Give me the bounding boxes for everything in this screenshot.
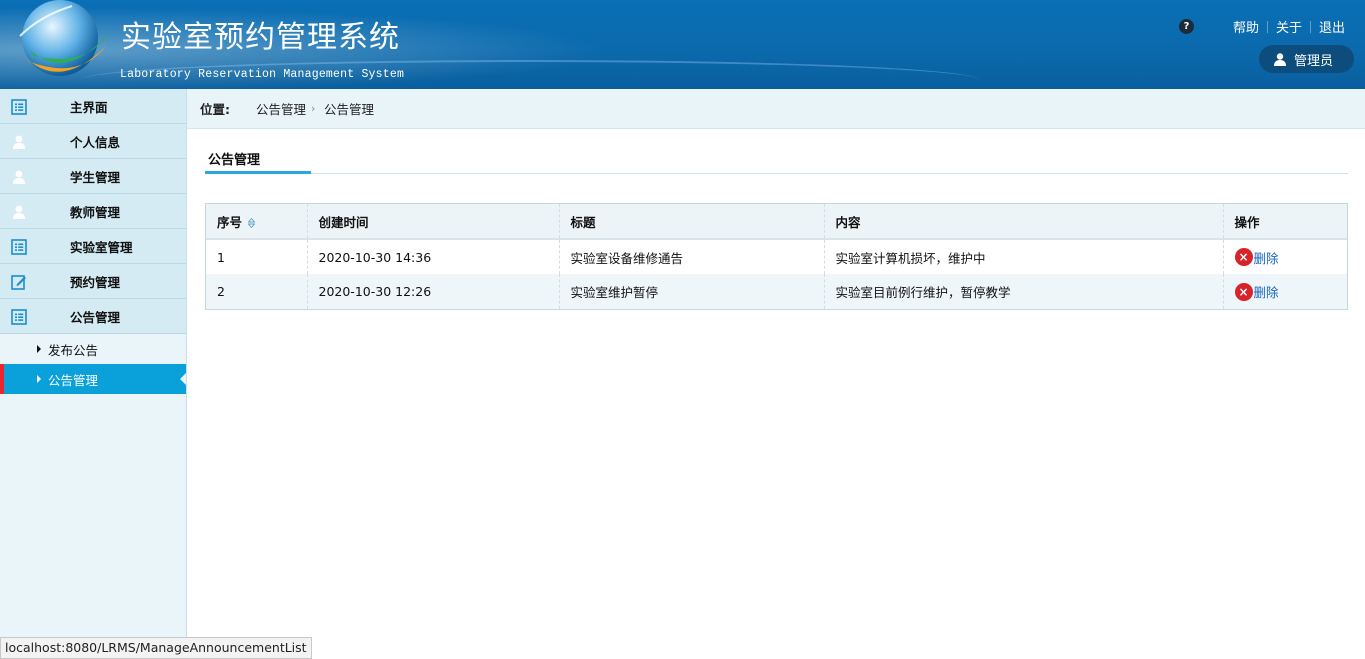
sidebar-item-label: 学生管理 bbox=[70, 169, 121, 185]
active-marker bbox=[0, 364, 4, 394]
cell-index: 1 bbox=[217, 249, 225, 265]
table-header-row: 序号 创建时间 标题 内容 操作 bbox=[206, 204, 1347, 239]
help-icon[interactable]: ? bbox=[1179, 19, 1194, 34]
breadcrumb-item[interactable]: 公告管理 bbox=[256, 99, 306, 118]
cell-index: 2 bbox=[217, 284, 225, 299]
sidebar-subitem-publish-announcement[interactable]: 发布公告 bbox=[0, 334, 186, 364]
sidebar: 主界面 个人信息 学生管理 教师管理 实验室管理 预约管理 公告管理 发布公告 … bbox=[0, 89, 187, 659]
sidebar-item-label: 实验室管理 bbox=[70, 239, 133, 255]
breadcrumb-label: 位置: bbox=[200, 102, 230, 117]
divider bbox=[205, 173, 1348, 174]
sidebar-item-students[interactable]: 学生管理 bbox=[0, 159, 186, 194]
app-subtitle: Laboratory Reservation Management System bbox=[120, 68, 405, 81]
sidebar-item-label: 主界面 bbox=[70, 99, 108, 115]
divider bbox=[1266, 20, 1268, 33]
active-notch bbox=[180, 373, 186, 385]
announcement-table: 序号 创建时间 标题 内容 操作 1 2020-10-30 14:36 实验室设… bbox=[205, 203, 1348, 310]
cell-title: 实验室维护暂停 bbox=[558, 274, 824, 309]
user-icon bbox=[1274, 53, 1286, 66]
globe-logo-icon bbox=[19, 0, 108, 76]
table-row: 2 2020-10-30 12:26 实验室维护暂停 实验室目前例行维护，暂停教… bbox=[206, 274, 1347, 309]
cell-title: 实验室设备维修通告 bbox=[558, 239, 824, 274]
sidebar-item-teachers[interactable]: 教师管理 bbox=[0, 194, 186, 229]
user-name: 管理员 bbox=[1294, 53, 1334, 69]
cell-created: 2020-10-30 12:26 bbox=[306, 274, 559, 309]
caret-right-icon bbox=[37, 375, 41, 383]
cell-content: 实验室目前例行维护，暂停教学 bbox=[823, 274, 1223, 309]
sidebar-item-label: 公告管理 bbox=[70, 309, 121, 325]
column-header-created: 创建时间 bbox=[306, 204, 559, 239]
cell-action: × 删除 bbox=[1222, 274, 1348, 309]
cell-created: 2020-10-30 14:36 bbox=[306, 239, 559, 274]
delete-label: 删除 bbox=[1253, 250, 1279, 266]
delete-button[interactable]: × 删除 bbox=[1234, 248, 1348, 267]
sidebar-item-label: 个人信息 bbox=[70, 134, 121, 150]
about-link[interactable]: 关于 bbox=[1276, 17, 1302, 36]
sidebar-item-announcements[interactable]: 公告管理 bbox=[0, 299, 186, 334]
logout-link[interactable]: 退出 bbox=[1319, 17, 1345, 36]
delete-button[interactable]: × 删除 bbox=[1234, 282, 1348, 301]
column-header-action: 操作 bbox=[1222, 204, 1347, 239]
header-bar: 实验室预约管理系统 Laboratory Reservation Managem… bbox=[0, 0, 1365, 89]
list-icon bbox=[11, 239, 27, 255]
sidebar-item-label: 预约管理 bbox=[70, 274, 121, 290]
app-title: 实验室预约管理系统 bbox=[121, 20, 400, 55]
help-link[interactable]: 帮助 bbox=[1233, 17, 1259, 36]
page-title: 公告管理 bbox=[208, 153, 261, 168]
column-header-index[interactable]: 序号 bbox=[206, 204, 307, 239]
sidebar-subitem-label: 发布公告 bbox=[48, 342, 99, 358]
breadcrumb-item: 公告管理 bbox=[324, 102, 375, 117]
user-icon bbox=[13, 205, 25, 219]
close-circle-icon: × bbox=[1234, 248, 1253, 266]
table-row: 1 2020-10-30 14:36 实验室设备维修通告 实验室计算机损坏，维护… bbox=[206, 239, 1347, 274]
user-icon bbox=[13, 135, 25, 149]
column-header-title: 标题 bbox=[558, 204, 824, 239]
divider bbox=[1309, 20, 1311, 33]
sidebar-item-reservations[interactable]: 预约管理 bbox=[0, 264, 186, 299]
tab-underline bbox=[205, 171, 311, 174]
sidebar-item-label: 教师管理 bbox=[70, 204, 121, 220]
cell-action: × 删除 bbox=[1222, 239, 1348, 274]
close-circle-icon: × bbox=[1234, 282, 1253, 301]
sidebar-item-home[interactable]: 主界面 bbox=[0, 89, 186, 124]
delete-label: 删除 bbox=[1253, 285, 1279, 300]
cell-content: 实验室计算机损坏，维护中 bbox=[823, 239, 1223, 274]
sidebar-subitem-label: 公告管理 bbox=[48, 372, 99, 388]
breadcrumb: 位置: 公告管理 › 公告管理 bbox=[187, 89, 1365, 129]
user-icon bbox=[13, 170, 25, 184]
column-header-label: 序号 bbox=[217, 214, 243, 230]
chevron-right-icon: › bbox=[311, 102, 316, 115]
list-icon bbox=[11, 99, 27, 115]
sort-icon[interactable] bbox=[248, 218, 256, 228]
user-menu-button[interactable]: 管理员 bbox=[1259, 45, 1354, 73]
top-links: 帮助 关于 退出 bbox=[1233, 17, 1345, 36]
sidebar-item-profile[interactable]: 个人信息 bbox=[0, 124, 186, 159]
list-icon bbox=[11, 309, 27, 325]
column-header-content: 内容 bbox=[823, 204, 1223, 239]
sidebar-item-labs[interactable]: 实验室管理 bbox=[0, 229, 186, 264]
sidebar-subitem-manage-announcements[interactable]: 公告管理 bbox=[0, 364, 186, 394]
status-bar-url: localhost:8080/LRMS/ManageAnnouncementLi… bbox=[0, 637, 312, 659]
edit-icon bbox=[11, 275, 26, 290]
caret-right-icon bbox=[37, 345, 41, 353]
